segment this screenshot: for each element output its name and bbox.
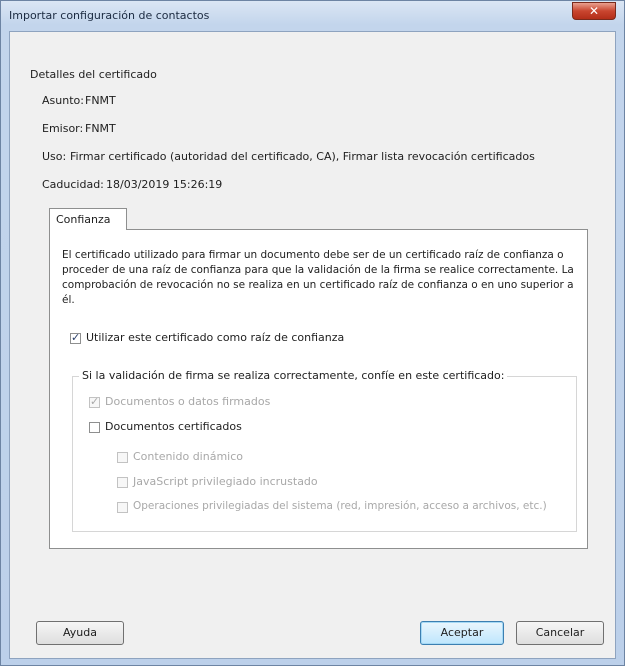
title-bar[interactable]: Importar configuración de contactos ✕ bbox=[1, 1, 624, 31]
trust-group-legend: Si la validación de firma se realiza cor… bbox=[79, 369, 508, 382]
certificate-details-heading: Detalles del certificado bbox=[30, 68, 157, 81]
close-icon: ✕ bbox=[588, 4, 600, 18]
signed-documents-checkbox[interactable] bbox=[89, 395, 100, 408]
usage-label: Uso: bbox=[42, 150, 67, 163]
dialog-client-area: Detalles del certificado Asunto: FNMT Em… bbox=[9, 31, 616, 659]
dynamic-content-label: Contenido dinámico bbox=[133, 450, 243, 463]
usage-value: Firmar certificado (autoridad del certif… bbox=[70, 150, 535, 163]
cancel-button[interactable]: Cancelar bbox=[516, 621, 604, 645]
expiry-label: Caducidad: bbox=[42, 178, 104, 191]
trust-options-group: Si la validación de firma se realiza cor… bbox=[72, 369, 577, 532]
dialog-window: Importar configuración de contactos ✕ De… bbox=[0, 0, 625, 666]
system-operations-label: Operaciones privilegiadas del sistema (r… bbox=[133, 500, 547, 512]
embedded-javascript-label: JavaScript privilegiado incrustado bbox=[133, 475, 318, 488]
issuer-value: FNMT bbox=[85, 122, 116, 135]
certified-documents-label[interactable]: Documentos certificados bbox=[105, 420, 242, 433]
use-as-root-label[interactable]: Utilizar este certificado como raíz de c… bbox=[86, 331, 344, 344]
help-button[interactable]: Ayuda bbox=[36, 621, 124, 645]
trust-description: El certificado utilizado para firmar un … bbox=[62, 249, 574, 306]
subject-value: FNMT bbox=[85, 94, 116, 107]
embedded-javascript-checkbox[interactable] bbox=[117, 477, 128, 488]
use-as-root-checkbox[interactable] bbox=[70, 331, 81, 344]
accept-button[interactable]: Aceptar bbox=[420, 621, 504, 645]
trust-tab-panel: El certificado utilizado para firmar un … bbox=[49, 229, 588, 549]
signed-documents-label: Documentos o datos firmados bbox=[105, 395, 271, 408]
window-title: Importar configuración de contactos bbox=[9, 9, 210, 22]
expiry-value: 18/03/2019 15:26:19 bbox=[106, 178, 223, 191]
certified-documents-checkbox[interactable] bbox=[89, 422, 100, 433]
issuer-label: Emisor: bbox=[42, 122, 84, 135]
dynamic-content-checkbox[interactable] bbox=[117, 452, 128, 463]
system-operations-checkbox[interactable] bbox=[117, 502, 128, 513]
tab-label: Confianza bbox=[56, 213, 111, 226]
close-button[interactable]: ✕ bbox=[572, 2, 616, 20]
tab-confianza[interactable]: Confianza bbox=[49, 208, 127, 230]
subject-label: Asunto: bbox=[42, 94, 84, 107]
